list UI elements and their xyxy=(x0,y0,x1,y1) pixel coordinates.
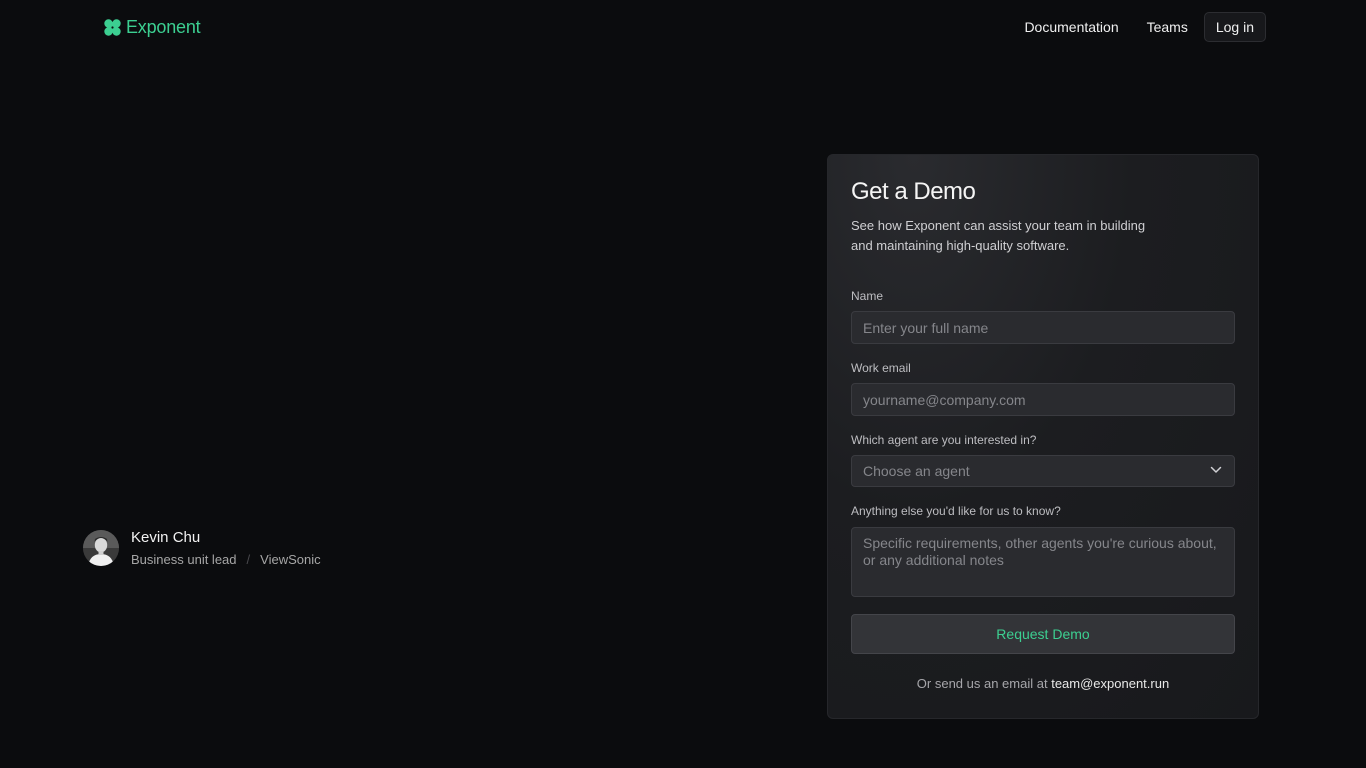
page: Exponent Documentation Teams Log in Kevi… xyxy=(0,0,1366,768)
form-description: See how Exponent can assist your team in… xyxy=(851,218,1146,253)
main-nav: Documentation Teams Log in xyxy=(1024,12,1266,42)
name-label: Name xyxy=(851,289,884,303)
testimonial-info: Kevin Chu Business unit lead / ViewSonic xyxy=(131,529,321,567)
name-input[interactable] xyxy=(851,311,1235,344)
testimonial-name: Kevin Chu xyxy=(131,529,201,546)
meta-separator: / xyxy=(246,552,251,567)
email-label: Work email xyxy=(851,361,911,375)
person-avatar xyxy=(83,530,119,566)
chevron-down-icon xyxy=(1210,466,1222,473)
testimonial-company: ViewSonic xyxy=(260,552,321,567)
nav-documentation-link[interactable]: Documentation xyxy=(1024,12,1118,42)
form-title: Get a Demo xyxy=(851,178,976,205)
brand-name: Exponent xyxy=(126,17,201,37)
notes-label: Anything else you'd like for us to know? xyxy=(851,504,1061,518)
top-bar: Exponent Documentation Teams Log in xyxy=(0,0,1366,56)
testimonial: Kevin Chu Business unit lead / ViewSonic xyxy=(83,529,321,567)
notes-field-group: Anything else you'd like for us to know? xyxy=(851,503,1235,597)
email-contact-note: Or send us an email at team@exponent.run xyxy=(851,676,1235,691)
login-button[interactable]: Log in xyxy=(1203,12,1266,42)
agent-select-value: Choose an agent xyxy=(863,463,970,479)
testimonial-role: Business unit lead xyxy=(131,552,237,567)
agent-field-group: Which agent are you interested in? Choos… xyxy=(851,432,1235,487)
demo-request-card: Get a Demo See how Exponent can assist y… xyxy=(827,154,1259,719)
email-input[interactable] xyxy=(851,383,1235,416)
name-field-group: Name xyxy=(851,288,1235,344)
agent-label: Which agent are you interested in? xyxy=(851,433,1037,447)
notes-textarea[interactable] xyxy=(851,527,1235,597)
testimonial-meta: Business unit lead / ViewSonic xyxy=(131,552,321,567)
email-prompt: Or send us an email at xyxy=(916,676,1048,691)
request-demo-button[interactable]: Request Demo xyxy=(851,614,1235,654)
nav-teams-link[interactable]: Teams xyxy=(1147,12,1188,42)
agent-select[interactable]: Choose an agent xyxy=(851,455,1235,487)
clover-logo-icon xyxy=(104,18,121,36)
brand-logo-link[interactable]: Exponent xyxy=(104,17,201,37)
contact-email-link[interactable]: team@exponent.run xyxy=(1051,676,1169,691)
email-field-group: Work email xyxy=(851,360,1235,416)
